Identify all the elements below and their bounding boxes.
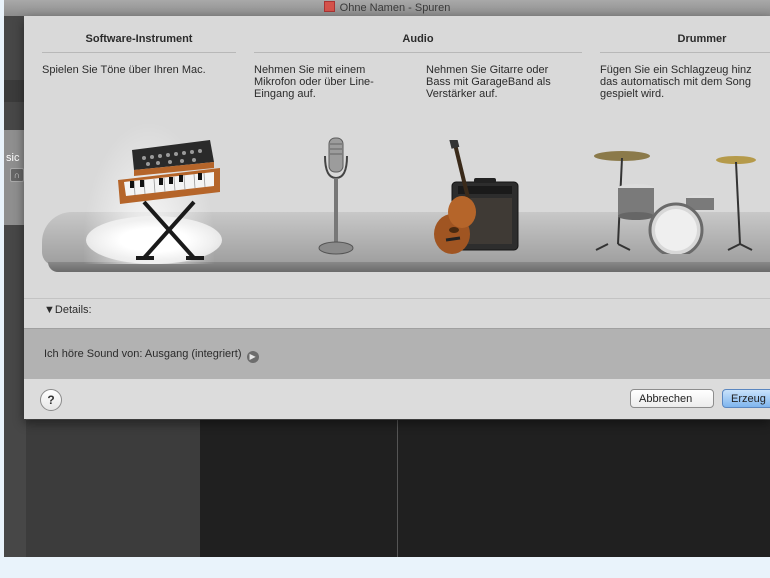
heading-audio: Audio (402, 33, 434, 45)
document-icon (323, 1, 335, 12)
track-type-headings: Software-Instrument Audio Drummer (24, 16, 770, 54)
microphone-icon[interactable] (316, 134, 356, 256)
description-line: Bass mit GarageBand als (426, 76, 551, 88)
track-name-fragment: sic (6, 152, 20, 164)
description-line: Mikrofon oder über Line- (254, 76, 374, 88)
window-title-text: Ohne Namen - Spuren (339, 2, 451, 14)
sound-source-label: Ich höre Sound von: Ausgang (integriert) (44, 348, 242, 360)
tracks-area[interactable] (200, 420, 770, 557)
description-line: Spielen Sie Töne über Ihren Mac. (42, 64, 206, 76)
description-line: Verstärker auf. (426, 88, 498, 100)
help-button[interactable]: ? (40, 389, 62, 411)
synthesizer-keyboard-icon[interactable] (114, 140, 224, 262)
microphone-description: Nehmen Sie mit einem Mikrofon oder über … (254, 64, 374, 100)
heading-divider (600, 52, 770, 53)
heading-divider (254, 52, 582, 53)
heading-divider (42, 52, 236, 53)
description-line: gespielt wird. (600, 88, 665, 100)
description-line: Nehmen Sie Gitarre oder (426, 64, 549, 76)
track-header-bar (4, 80, 26, 102)
details-disclosure[interactable]: ▼Details: (44, 304, 92, 316)
headphones-icon[interactable]: ∩ (10, 168, 24, 182)
heading-drummer: Drummer (677, 33, 727, 45)
window-title: Ohne Namen - Spuren (4, 1, 770, 14)
guitar-description: Nehmen Sie Gitarre oder Bass mit GarageB… (426, 64, 551, 100)
description-line: Fügen Sie ein Schlagzeug hinz (600, 64, 752, 76)
arrow-right-icon[interactable]: ▶ (246, 351, 259, 363)
description-line: Eingang auf. (254, 88, 316, 100)
playhead-line (397, 420, 398, 557)
details-row (24, 298, 770, 329)
drummer-description: Fügen Sie ein Schlagzeug hinz das automa… (600, 64, 752, 100)
description-line: das automatisch mit dem Song (600, 76, 752, 88)
drum-kit-icon[interactable] (590, 134, 770, 254)
window-titlebar: Ohne Namen - Spuren (4, 0, 770, 16)
software-instrument-description: Spielen Sie Töne über Ihren Mac. (42, 64, 206, 76)
cancel-button[interactable]: Abbrechen (630, 389, 714, 408)
guitar-amp-icon[interactable] (412, 140, 522, 256)
track-list-empty (26, 420, 200, 557)
garageband-app: Ohne Namen - Spuren sic ∩ Software-Instr… (0, 0, 770, 578)
create-button[interactable]: Erzeug (722, 389, 770, 408)
heading-software-instrument: Software-Instrument (85, 33, 193, 45)
sound-source: Ich höre Sound von: Ausgang (integriert)… (44, 348, 259, 363)
new-track-dialog: Software-Instrument Audio Drummer Spiele… (24, 16, 770, 419)
description-line: Nehmen Sie mit einem (254, 64, 366, 76)
